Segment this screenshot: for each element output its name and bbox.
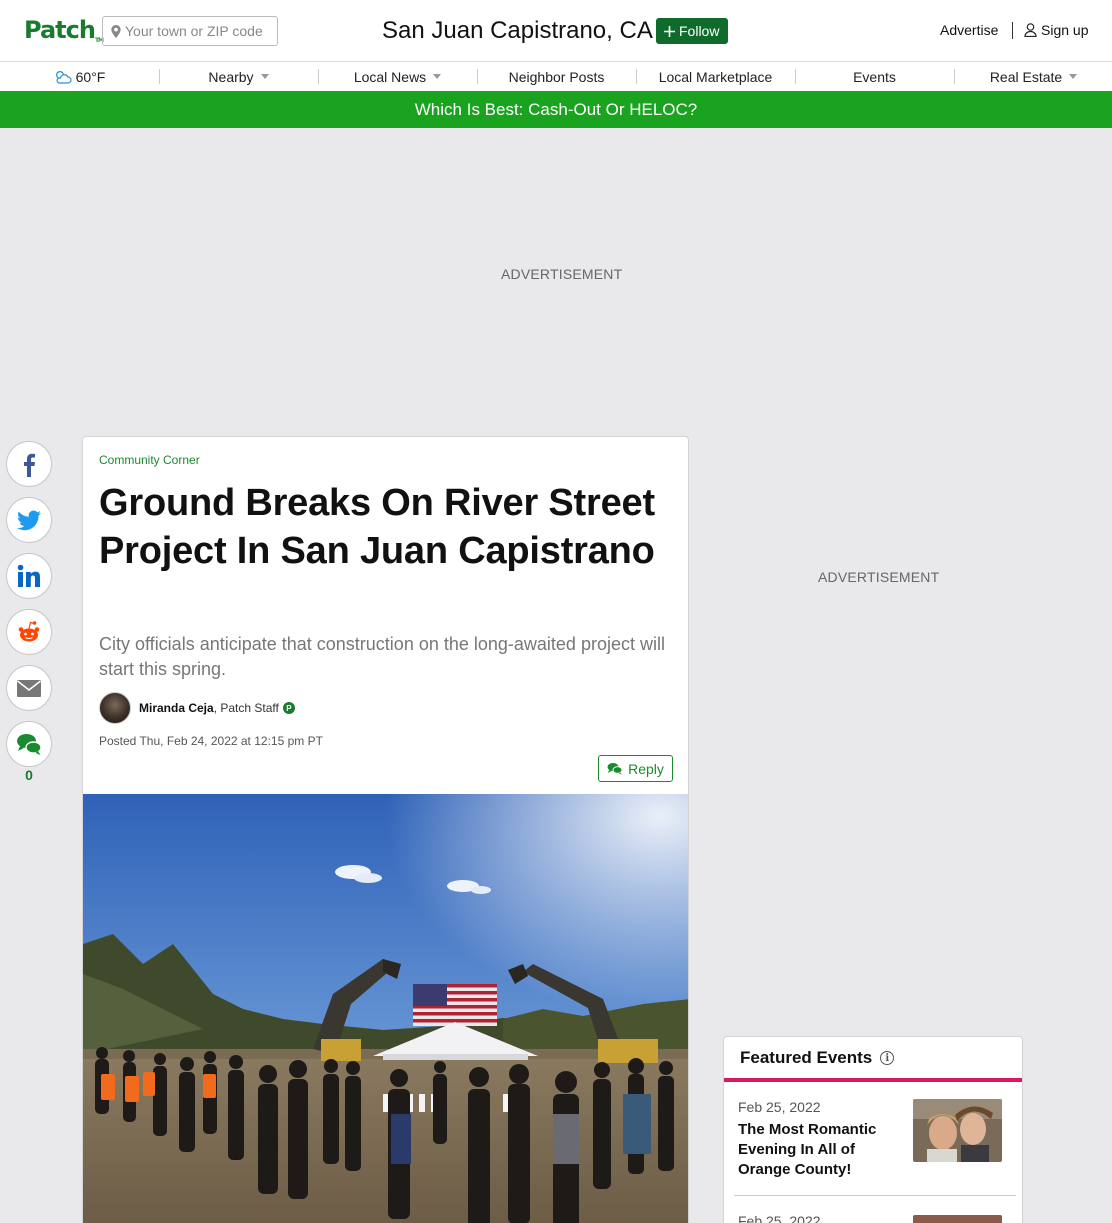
follow-button[interactable]: Follow bbox=[656, 18, 729, 44]
event-thumbnail[interactable] bbox=[913, 1215, 1002, 1223]
article-byline: Miranda Ceja , Patch Staff P bbox=[99, 692, 295, 724]
email-icon bbox=[17, 680, 41, 697]
share-facebook-button[interactable] bbox=[6, 441, 52, 487]
signup-link[interactable]: Sign up bbox=[1024, 22, 1088, 38]
user-icon bbox=[1024, 23, 1037, 37]
advertise-link[interactable]: Advertise bbox=[940, 22, 998, 38]
weather-temp: 60°F bbox=[75, 68, 106, 85]
twitter-icon bbox=[17, 510, 41, 531]
top-ad-label: ADVERTISEMENT bbox=[501, 266, 623, 282]
article-category[interactable]: Community Corner bbox=[99, 453, 200, 467]
comment-icon bbox=[17, 734, 42, 755]
chevron-down-icon bbox=[433, 74, 442, 79]
author-role: , Patch Staff bbox=[213, 701, 279, 715]
author-name[interactable]: Miranda Ceja bbox=[139, 701, 214, 715]
nav-item-local-news[interactable]: Local News bbox=[318, 62, 477, 91]
nav-item-label: Local News bbox=[353, 68, 427, 85]
header-divider bbox=[1012, 22, 1013, 39]
patch-staff-badge-icon: P bbox=[282, 702, 295, 714]
article-headline: Ground Breaks On River Street Project In… bbox=[99, 482, 655, 572]
comment-count[interactable]: 0 bbox=[6, 767, 52, 783]
nav-item-label: Neighbor Posts bbox=[508, 68, 605, 85]
event-separator bbox=[734, 1195, 1016, 1196]
nav-item-label: Real Estate bbox=[989, 68, 1063, 85]
nav-item-neighbor-posts[interactable]: Neighbor Posts bbox=[477, 62, 636, 91]
nav-item-real-estate[interactable]: Real Estate bbox=[954, 62, 1112, 91]
town-search-input[interactable] bbox=[125, 23, 275, 39]
reddit-icon bbox=[18, 621, 40, 642]
site-header: PatchTM San Juan Capistrano, CA Follow A… bbox=[0, 0, 1112, 62]
map-pin-icon bbox=[111, 24, 121, 38]
featured-events-header: Featured Events i bbox=[740, 1048, 895, 1068]
reply-button[interactable]: Reply bbox=[598, 755, 673, 782]
reply-label: Reply bbox=[628, 760, 664, 777]
event-photo bbox=[913, 1099, 1002, 1162]
plus-icon bbox=[664, 25, 675, 37]
patch-logo[interactable]: PatchTM bbox=[24, 16, 104, 44]
posted-timestamp: Posted Thu, Feb 24, 2022 at 12:15 pm PT bbox=[99, 734, 323, 748]
featured-events-panel: Featured Events i Feb 25, 2022 The Most … bbox=[723, 1036, 1023, 1223]
featured-events-accent-rule bbox=[724, 1078, 1022, 1082]
town-search[interactable] bbox=[102, 16, 278, 46]
nav-item-label: Local Marketplace bbox=[658, 68, 773, 85]
nav-item-label: Nearby bbox=[208, 68, 254, 85]
share-reddit-button[interactable] bbox=[6, 609, 52, 655]
main-nav: 60°F Nearby Local News Neighbor Posts Lo… bbox=[0, 62, 1112, 91]
partly-cloudy-icon bbox=[55, 70, 72, 84]
article-photo[interactable] bbox=[83, 794, 688, 1223]
nav-weather[interactable]: 60°F bbox=[0, 62, 159, 91]
comments-button[interactable] bbox=[6, 721, 52, 767]
nav-item-nearby[interactable]: Nearby bbox=[159, 62, 318, 91]
nav-item-local-marketplace[interactable]: Local Marketplace bbox=[636, 62, 795, 91]
chevron-down-icon bbox=[1069, 74, 1078, 79]
promo-banner[interactable]: Which Is Best: Cash-Out Or HELOC? bbox=[0, 91, 1112, 128]
info-icon[interactable]: i bbox=[880, 1051, 895, 1065]
featured-events-title: Featured Events bbox=[740, 1048, 873, 1067]
signup-label: Sign up bbox=[1041, 22, 1089, 38]
share-twitter-button[interactable] bbox=[6, 497, 52, 543]
share-linkedin-button[interactable] bbox=[6, 553, 52, 599]
article-card: Community Corner Ground Breaks On River … bbox=[82, 436, 689, 1223]
nav-item-events[interactable]: Events bbox=[795, 62, 954, 91]
sidebar-ad-label: ADVERTISEMENT bbox=[818, 569, 940, 585]
comments-icon bbox=[607, 763, 623, 775]
event-photo bbox=[913, 1215, 1002, 1223]
facebook-icon bbox=[24, 453, 35, 477]
groundbreaking-photo bbox=[83, 794, 688, 1223]
event-thumbnail[interactable] bbox=[913, 1099, 1002, 1162]
chevron-down-icon bbox=[260, 74, 269, 79]
article-dek: City officials anticipate that construct… bbox=[99, 634, 665, 679]
follow-label: Follow bbox=[679, 23, 720, 39]
share-email-button[interactable] bbox=[6, 665, 52, 711]
author-avatar[interactable] bbox=[99, 692, 131, 724]
page-town-title: San Juan Capistrano, CA bbox=[382, 17, 653, 44]
linkedin-icon bbox=[17, 564, 40, 587]
nav-item-label: Events bbox=[853, 68, 896, 85]
event-title[interactable]: The Most Romantic Evening In All of Oran… bbox=[738, 1120, 898, 1180]
